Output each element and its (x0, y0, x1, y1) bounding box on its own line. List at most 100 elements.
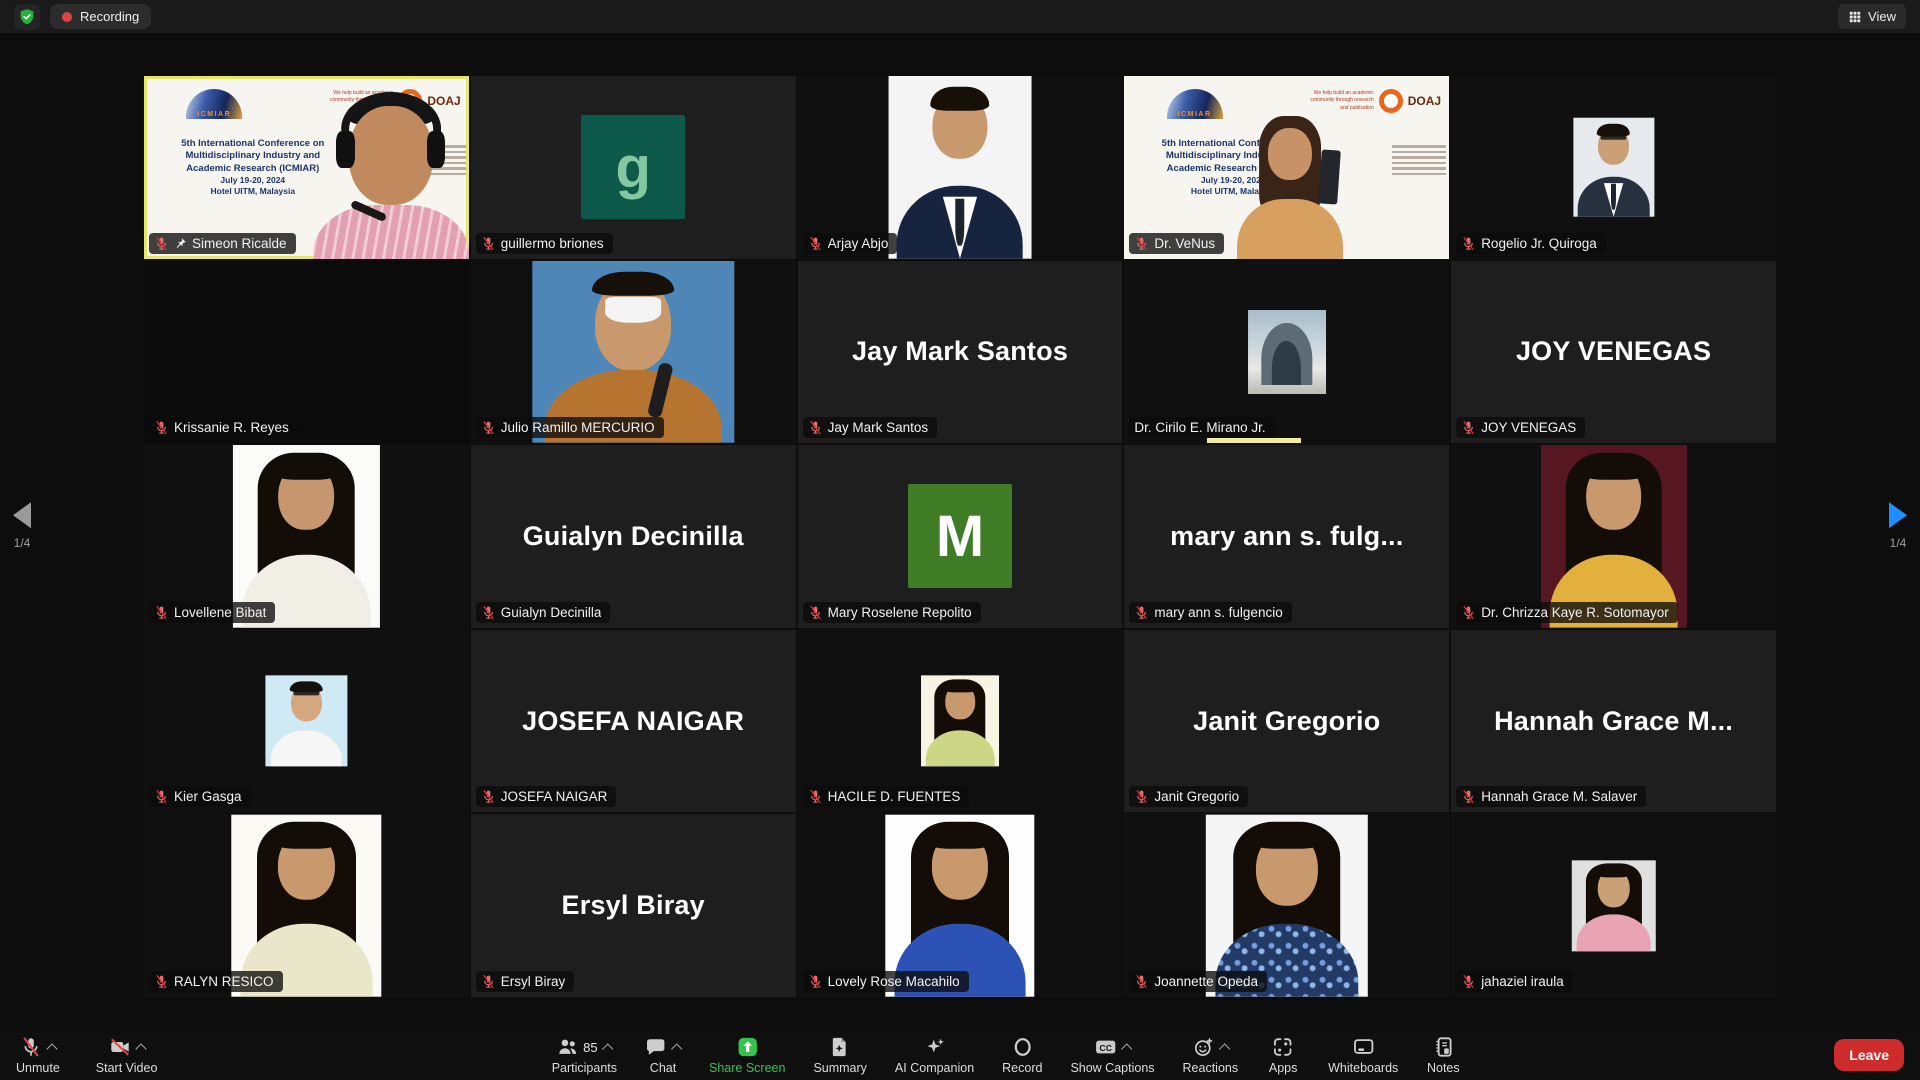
muted-mic-icon (154, 974, 169, 989)
view-button[interactable]: View (1838, 4, 1906, 29)
camera-muted-icon (109, 1036, 131, 1058)
participant-tile-simeon-ricalde[interactable]: ICMIAR5th International Conference onMul… (144, 76, 469, 259)
participant-tile-hacile-d-fuentes[interactable]: HACILE D. FUENTES (798, 630, 1123, 813)
next-page-arrow-icon[interactable] (1889, 502, 1907, 528)
pinned-icon (174, 237, 187, 250)
chevron-up-icon[interactable] (671, 1043, 682, 1054)
muted-mic-icon (154, 605, 169, 620)
participant-tile-hannah-grace-m-salaver[interactable]: Hannah Grace M... Hannah Grace M. Salave… (1451, 630, 1776, 813)
chevron-up-icon[interactable] (46, 1043, 57, 1054)
muted-mic-icon (154, 789, 169, 804)
portrait-silhouette (233, 445, 379, 628)
toolbar-whiteboards-button[interactable]: Whiteboards (1328, 1035, 1398, 1075)
participant-name-label: jahaziel iraula (1456, 971, 1573, 992)
participant-tile-mary-roselene-repolito[interactable]: M Mary Roselene Repolito (798, 445, 1123, 628)
next-page-control[interactable]: 1/4 (1889, 502, 1907, 550)
participant-name-label: Krissanie R. Reyes (149, 417, 298, 438)
muted-mic-icon (481, 789, 496, 804)
participant-tile-rogelio-jr-quiroga[interactable]: Rogelio Jr. Quiroga (1451, 76, 1776, 259)
participant-tile-ralyn-resico[interactable]: RALYN RESICO (144, 814, 469, 997)
page-indicator-left: 1/4 (14, 536, 31, 550)
toolbar-share-screen-button[interactable]: Share Screen (709, 1035, 785, 1075)
toolbar-notes-button[interactable]: Notes (1426, 1035, 1460, 1075)
headset-earcup (336, 131, 355, 168)
participant-tile-arjay-abjo[interactable]: Arjay Abjo (798, 76, 1123, 259)
participant-tile-joy-venegas[interactable]: JOY VENEGAS JOY VENEGAS (1451, 261, 1776, 444)
toolbar-reactions-button[interactable]: Reactions (1183, 1035, 1239, 1075)
share-icon (736, 1036, 758, 1058)
participant-name: mary ann s. fulgencio (1154, 605, 1282, 620)
toolbar-item-label: Start Video (96, 1061, 158, 1075)
participant-name: JOY VENEGAS (1481, 420, 1576, 435)
hair (931, 87, 990, 111)
icmiar-logo: ICMIAR (186, 89, 242, 119)
reactions-icon (1192, 1036, 1214, 1058)
toolbar-ai-companion-button[interactable]: AI Companion (895, 1035, 974, 1075)
participant-name: Lovely Rose Macahilo (828, 974, 960, 989)
toolbar-show-captions-button[interactable]: Show Captions (1070, 1035, 1154, 1075)
chat-icon (645, 1036, 667, 1058)
toolbar-item-label: Share Screen (709, 1061, 785, 1075)
participant-tile-guialyn-decinilla[interactable]: Guialyn Decinilla Guialyn Decinilla (471, 445, 796, 628)
toolbar-start-video-button[interactable]: Start Video (96, 1035, 158, 1075)
hair (592, 272, 675, 296)
participant-name: Lovellene Bibat (174, 605, 266, 620)
participant-tile-ersyl-biray[interactable]: Ersyl Biray Ersyl Biray (471, 814, 796, 997)
participant-tile-dr-venus[interactable]: ICMIAR5th International Conference onMul… (1124, 76, 1449, 259)
participant-tile-mary-ann-s-fulgencio[interactable]: mary ann s. fulg... mary ann s. fulgenci… (1124, 445, 1449, 628)
leave-button[interactable]: Leave (1834, 1039, 1904, 1071)
portrait-photo (1206, 814, 1368, 997)
participant-tile-jahaziel-iraula[interactable]: jahaziel iraula (1451, 814, 1776, 997)
toolbar-item-label: Unmute (16, 1061, 60, 1075)
participant-tile-dr-chrizza-kaye-r-sotomayor[interactable]: Dr. Chrizza Kaye R. Sotomayor (1451, 445, 1776, 628)
participant-tile-janit-gregorio[interactable]: Janit Gregorio Janit Gregorio (1124, 630, 1449, 813)
toolbar-unmute-button[interactable]: Unmute (16, 1035, 60, 1075)
participant-name: Dr. Cirilo E. Mirano Jr. (1134, 420, 1265, 435)
participant-name-label: guillermo briones (476, 233, 613, 254)
participant-name: Ersyl Biray (501, 974, 566, 989)
fineprint-line (1392, 156, 1446, 159)
notes-icon (1432, 1036, 1454, 1058)
participant-name: Dr. VeNus (1154, 236, 1215, 251)
icmiar-logo-text: ICMIAR (1167, 111, 1223, 118)
toolbar-item-icon-row (1094, 1035, 1130, 1060)
recording-indicator: Recording (50, 4, 151, 29)
toolbar-item-icon-row (1272, 1035, 1294, 1060)
chevron-up-icon[interactable] (1121, 1043, 1132, 1054)
fineprint-line (1392, 145, 1446, 148)
chevron-up-icon[interactable] (1219, 1043, 1230, 1054)
prev-page-control[interactable]: 1/4 (13, 502, 31, 550)
participant-tile-josefa-naigar[interactable]: JOSEFA NAIGAR JOSEFA NAIGAR (471, 630, 796, 813)
icmiar-logo-text: ICMIAR (186, 111, 242, 118)
toolbar-participants-button[interactable]: 85 Participants (552, 1035, 617, 1075)
participant-tile-joannette-opeda[interactable]: Joannette Opeda (1124, 814, 1449, 997)
participant-tile-guillermo-briones[interactable]: g guillermo briones (471, 76, 796, 259)
participant-name-label: Joannette Opeda (1129, 971, 1267, 992)
muted-mic-icon (481, 420, 496, 435)
muted-mic-icon (808, 605, 823, 620)
toolbar-apps-button[interactable]: Apps (1266, 1035, 1300, 1075)
prev-page-arrow-icon[interactable] (13, 502, 31, 528)
chevron-up-icon[interactable] (602, 1043, 613, 1054)
participant-tile-lovely-rose-macahilo[interactable]: Lovely Rose Macahilo (798, 814, 1123, 997)
participant-name-label: Jay Mark Santos (803, 417, 938, 438)
participant-tile-dr-cirilo-e-mirano-jr[interactable]: Dr. Cirilo E. Mirano Jr. (1124, 261, 1449, 444)
participant-tile-krissanie-r-reyes[interactable]: Krissanie R. Reyes (144, 261, 469, 444)
toolbar-record-button[interactable]: Record (1002, 1035, 1042, 1075)
participant-name-label: Dr. VeNus (1129, 233, 1224, 254)
record-icon (1011, 1036, 1033, 1058)
participant-name-label: Hannah Grace M. Salaver (1456, 786, 1646, 807)
participant-tile-kier-gasga[interactable]: Kier Gasga (144, 630, 469, 813)
participant-tile-lovellene-bibat[interactable]: Lovellene Bibat (144, 445, 469, 628)
participant-tile-julio-ramillo-mercurio[interactable]: Julio Ramillo MERCURIO (471, 261, 796, 444)
whiteboards-icon (1352, 1036, 1374, 1058)
chevron-up-icon[interactable] (135, 1043, 146, 1054)
participant-tile-jay-mark-santos[interactable]: Jay Mark Santos Jay Mark Santos (798, 261, 1123, 444)
toolbar-summary-button[interactable]: Summary (813, 1035, 866, 1075)
headset-band (341, 92, 441, 166)
mic-muted-icon (20, 1036, 42, 1058)
toolbar-item-icon-row (1192, 1035, 1228, 1060)
participant-name: JOSEFA NAIGAR (501, 789, 608, 804)
toolbar-chat-button[interactable]: Chat (645, 1035, 681, 1075)
security-shield-button[interactable] (14, 4, 40, 30)
